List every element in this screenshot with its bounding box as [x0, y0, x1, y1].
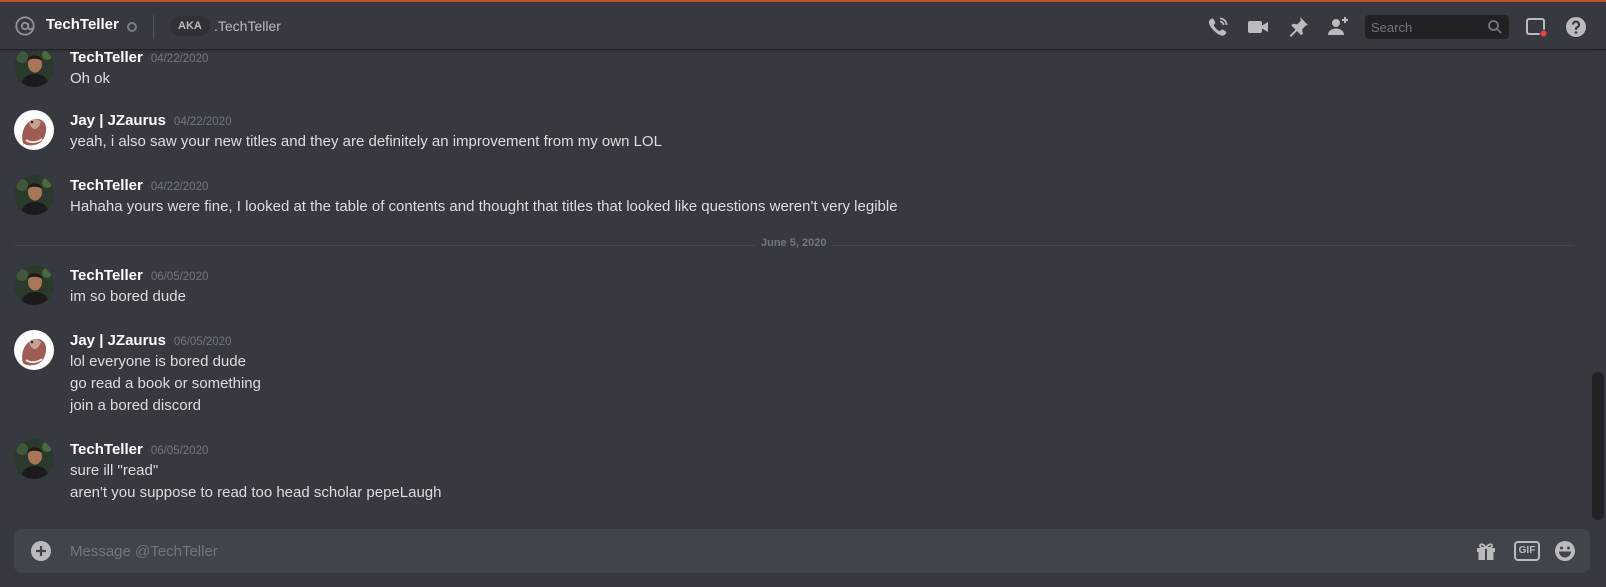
pinned-messages-icon[interactable] — [1286, 15, 1310, 39]
dm-header: TechTeller AKA .TechTeller — [0, 2, 1606, 50]
techteller-avatar[interactable] — [14, 175, 54, 215]
message-text: lol everyone is bored dude — [70, 353, 246, 370]
techteller-avatar[interactable] — [14, 265, 54, 305]
message-author[interactable]: TechTeller 06/05/2020 — [70, 441, 208, 458]
message-input[interactable] — [70, 540, 1430, 562]
attach-plus-icon[interactable] — [30, 540, 52, 562]
dm-title: TechTeller — [46, 16, 119, 33]
inbox-icon[interactable] — [1524, 15, 1548, 39]
message-text: join a bored discord — [70, 397, 201, 414]
jzaurus-avatar[interactable] — [14, 110, 54, 150]
emoji-icon[interactable] — [1553, 539, 1577, 563]
start-video-call-icon[interactable] — [1246, 15, 1270, 39]
message-timestamp: 06/05/2020 — [150, 445, 209, 457]
message-text: im so bored dude — [70, 288, 186, 305]
search-bar[interactable] — [1365, 15, 1509, 39]
date-divider-label: June 5, 2020 — [755, 237, 833, 249]
add-friend-to-dm-icon[interactable] — [1326, 15, 1350, 39]
jzaurus-avatar[interactable] — [14, 330, 54, 370]
message-text: sure ill "read" — [70, 462, 159, 479]
message-list: TechTeller 04/22/2020 Oh ok Jay | JZaurus… — [0, 51, 1590, 526]
gif-icon[interactable]: GIF — [1514, 541, 1540, 561]
message-timestamp: 04/22/2020 — [150, 53, 209, 65]
message-author[interactable]: TechTeller 04/22/2020 — [70, 177, 208, 194]
message-composer: GIF — [14, 529, 1590, 573]
header-divider — [153, 15, 154, 39]
start-voice-call-icon[interactable] — [1206, 15, 1230, 39]
message-timestamp: 04/22/2020 — [173, 116, 232, 128]
message-text: yeah, i also saw your new titles and the… — [70, 133, 662, 150]
message-author[interactable]: TechTeller 04/22/2020 — [70, 51, 208, 66]
scrollbar-thumb[interactable] — [1592, 372, 1604, 520]
at-icon — [14, 15, 36, 37]
gift-icon[interactable] — [1474, 539, 1498, 563]
message-author[interactable]: TechTeller 06/05/2020 — [70, 267, 208, 284]
search-icon — [1487, 19, 1503, 35]
message-timestamp: 06/05/2020 — [150, 271, 209, 283]
message-text: go read a book or something — [70, 375, 261, 392]
aka-badge: AKA — [170, 16, 210, 36]
help-icon[interactable] — [1564, 15, 1588, 39]
message-author[interactable]: Jay | JZaurus 04/22/2020 — [70, 112, 231, 129]
techteller-avatar[interactable] — [14, 439, 54, 479]
search-input[interactable] — [1371, 19, 1489, 35]
message-text: aren't you suppose to read too head scho… — [70, 484, 442, 501]
message-timestamp: 04/22/2020 — [150, 181, 209, 193]
message-author[interactable]: Jay | JZaurus 06/05/2020 — [70, 332, 231, 349]
message-text: Hahaha yours were fine, I looked at the … — [70, 198, 898, 215]
message-text: Oh ok — [70, 70, 111, 87]
techteller-avatar[interactable] — [14, 51, 54, 87]
aka-name: .TechTeller — [214, 18, 281, 34]
offline-status-icon — [127, 22, 137, 32]
message-timestamp: 06/05/2020 — [173, 336, 232, 348]
